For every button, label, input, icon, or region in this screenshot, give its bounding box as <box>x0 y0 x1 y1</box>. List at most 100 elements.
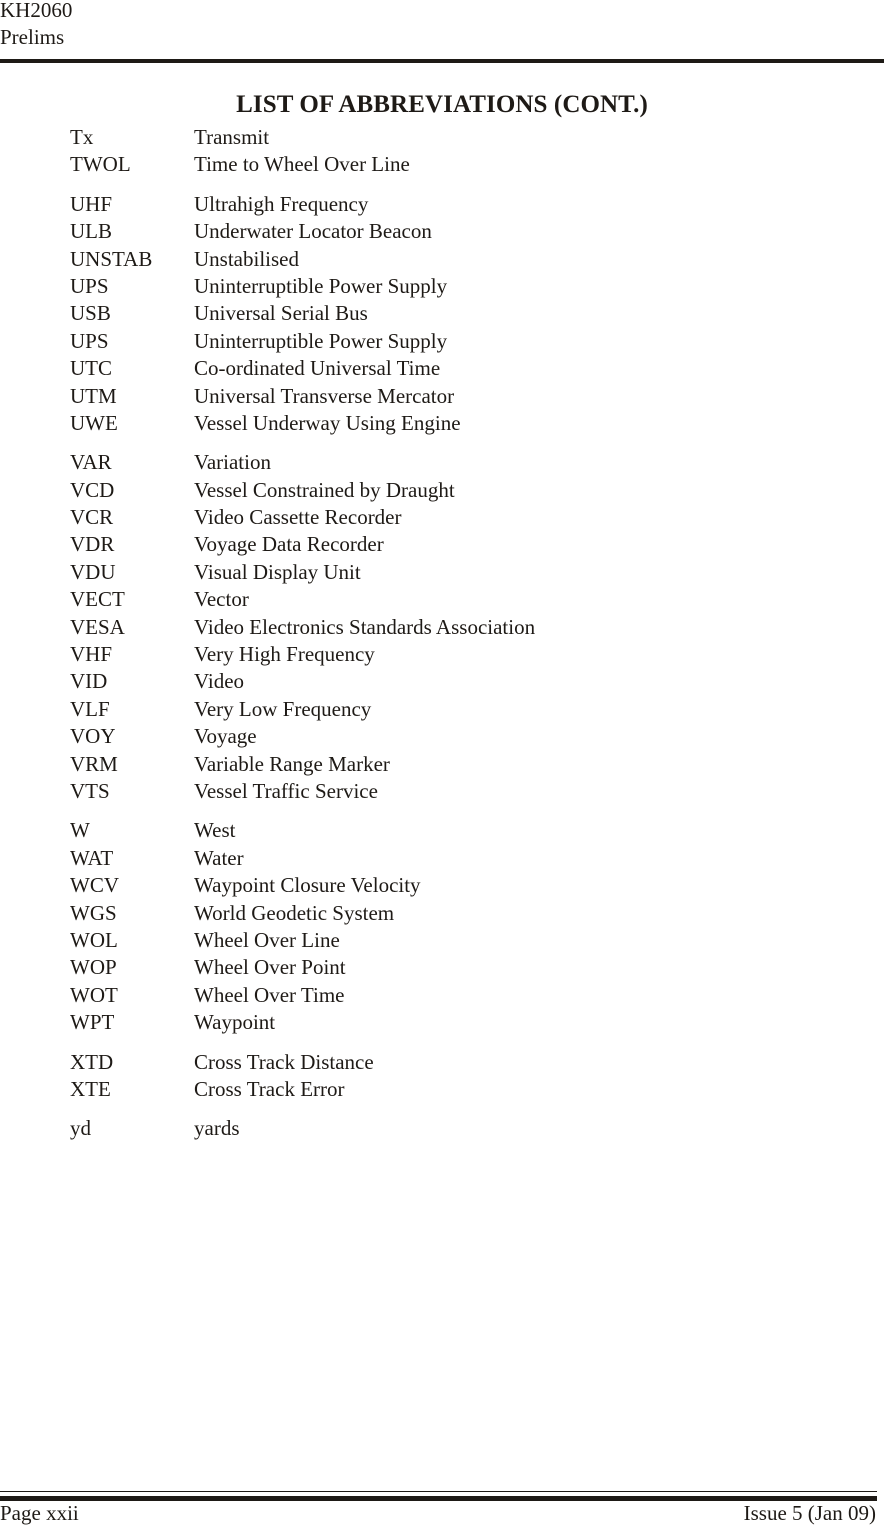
abbreviation-definition: Time to Wheel Over Line <box>194 152 410 177</box>
abbreviation-definition: Water <box>194 845 244 870</box>
abbreviation-term: VOY <box>70 724 116 749</box>
abbreviation-term: VCR <box>70 505 114 530</box>
abbreviation-term: UWE <box>70 410 118 435</box>
abbreviation-row: TWOL Time to Wheel Over Line <box>70 151 535 178</box>
abbreviation-term: UPS <box>70 328 109 353</box>
page-title: LIST OF ABBREVIATIONS (CONT.) <box>236 91 648 118</box>
abbreviation-row: WOL Wheel Over Line <box>70 927 535 954</box>
abbreviation-definition: yards <box>194 1116 240 1141</box>
abbreviation-definition: West <box>194 818 236 843</box>
abbreviation-term: Tx <box>70 125 94 149</box>
abbreviation-definition: Vessel Constrained by Draught <box>194 477 455 502</box>
abbreviation-row: yd yards <box>70 1115 535 1142</box>
abbreviation-definition: Uninterruptible Power Supply <box>194 273 448 298</box>
abbreviation-definition: Voyage Data Recorder <box>194 532 384 557</box>
abbreviation-term: yd <box>70 1116 91 1141</box>
abbreviation-definition: Vessel Traffic Service <box>194 778 378 803</box>
abbreviation-definition: Waypoint Closure Velocity <box>194 873 421 898</box>
abbreviation-row: VTS Vessel Traffic Service <box>70 778 535 805</box>
abbreviation-row: VDU Visual Display Unit <box>70 559 535 586</box>
abbreviation-row: VECT Vector <box>70 586 535 613</box>
abbreviation-definition: Visual Display Unit <box>194 559 361 584</box>
abbreviation-row: UHF Ultrahigh Frequency <box>70 191 535 218</box>
abbreviation-term: VTS <box>70 778 110 803</box>
abbreviation-row: UTC Co-ordinated Universal Time <box>70 355 535 382</box>
abbreviation-group: UHF Ultrahigh Frequency ULB Underwater Loca… <box>70 191 535 438</box>
abbreviation-definition: Video Electronics Standards Association <box>194 614 536 639</box>
abbreviation-term: XTD <box>70 1049 114 1074</box>
abbreviation-definition: Universal Serial Bus <box>194 301 368 326</box>
abbreviation-term: VID <box>70 669 108 694</box>
abbreviation-term: VDR <box>70 532 115 557</box>
abbreviation-term: WOL <box>70 927 118 952</box>
document-id: KH2060 <box>0 0 73 22</box>
abbreviation-definition: Video <box>194 669 245 694</box>
abbreviation-term: VRM <box>70 751 118 776</box>
abbreviation-term: UPS <box>70 273 109 298</box>
abbreviation-definition: Waypoint <box>194 1010 276 1035</box>
abbreviation-row: XTE Cross Track Error <box>70 1076 535 1103</box>
abbreviation-definition: Vessel Underway Using Engine <box>194 410 461 435</box>
page-number: Page xxii <box>0 1501 79 1525</box>
abbreviation-term: WOP <box>70 955 117 980</box>
abbreviation-row: UNSTAB Unstabilised <box>70 246 535 273</box>
abbreviation-definition: Cross Track Error <box>194 1076 345 1101</box>
abbreviation-row: WAT Water <box>70 845 535 872</box>
abbreviation-term: TWOL <box>70 152 131 177</box>
abbreviation-definition: World Geodetic System <box>194 900 395 925</box>
abbreviation-definition: Ultrahigh Frequency <box>194 191 369 216</box>
abbreviation-term: USB <box>70 301 111 326</box>
issue-info: Issue 5 (Jan 09) <box>743 1501 876 1525</box>
abbreviation-row: VID Video <box>70 668 535 695</box>
abbreviation-row: VESA Video Electronics Standards Associat… <box>70 614 535 641</box>
abbreviation-term: W <box>70 818 90 843</box>
abbreviation-definition: Wheel Over Line <box>194 927 340 952</box>
abbreviation-definition: Variation <box>194 450 271 475</box>
abbreviation-term: VESA <box>70 614 125 639</box>
abbreviation-list: Tx Transmit TWOL Time to Wheel Over Line UHF… <box>70 124 535 1155</box>
abbreviation-term: VLF <box>70 696 110 721</box>
abbreviation-group: XTD Cross Track Distance XTE Cross Track Er… <box>70 1049 535 1104</box>
abbreviation-group: yd yards <box>70 1115 535 1142</box>
abbreviation-definition: Wheel Over Point <box>194 955 346 980</box>
abbreviation-row: VCR Video Cassette Recorder <box>70 504 535 531</box>
abbreviation-row: WOP Wheel Over Point <box>70 954 535 981</box>
abbreviation-term: VHF <box>70 642 113 667</box>
abbreviation-row: VRM Variable Range Marker <box>70 751 535 778</box>
abbreviation-definition: Wheel Over Time <box>194 982 345 1007</box>
abbreviation-row: USB Universal Serial Bus <box>70 300 535 327</box>
abbreviation-row: ULB Underwater Locator Beacon <box>70 218 535 245</box>
abbreviation-definition: Vector <box>194 587 249 612</box>
header-rule <box>0 59 884 63</box>
abbreviation-term: UNSTAB <box>70 246 153 271</box>
abbreviation-definition: Universal Transverse Mercator <box>194 383 455 408</box>
abbreviation-term: UTM <box>70 383 117 408</box>
abbreviation-row: VCD Vessel Constrained by Draught <box>70 477 535 504</box>
abbreviation-term: ULB <box>70 219 112 244</box>
abbreviation-definition: Video Cassette Recorder <box>194 505 402 530</box>
abbreviation-row: WPT Waypoint <box>70 1009 535 1036</box>
section-name: Prelims <box>0 25 65 49</box>
abbreviation-term: WOT <box>70 982 118 1007</box>
abbreviation-row: WCV Waypoint Closure Velocity <box>70 872 535 899</box>
abbreviation-row: WGS World Geodetic System <box>70 900 535 927</box>
abbreviation-term: VECT <box>70 587 125 612</box>
abbreviation-definition: Underwater Locator Beacon <box>194 219 432 244</box>
abbreviation-term: VDU <box>70 559 116 584</box>
abbreviation-definition: Very High Frequency <box>194 642 375 667</box>
abbreviation-term: XTE <box>70 1076 111 1101</box>
abbreviation-row: UTM Universal Transverse Mercator <box>70 383 535 410</box>
abbreviation-row: UPS Uninterruptible Power Supply <box>70 273 535 300</box>
abbreviation-definition: Transmit <box>194 125 270 149</box>
abbreviation-row: VOY Voyage <box>70 723 535 750</box>
footer-rule-thin <box>0 1491 877 1492</box>
abbreviation-row: W West <box>70 817 535 844</box>
abbreviation-group: Tx Transmit TWOL Time to Wheel Over Line <box>70 124 535 179</box>
abbreviation-definition: Variable Range Marker <box>194 751 390 776</box>
abbreviation-definition: Co-ordinated Universal Time <box>194 356 441 381</box>
abbreviation-row: VLF Very Low Frequency <box>70 696 535 723</box>
abbreviation-row: VHF Very High Frequency <box>70 641 535 668</box>
abbreviation-term: UTC <box>70 356 112 381</box>
abbreviation-row: VDR Voyage Data Recorder <box>70 531 535 558</box>
abbreviation-term: WPT <box>70 1010 115 1035</box>
